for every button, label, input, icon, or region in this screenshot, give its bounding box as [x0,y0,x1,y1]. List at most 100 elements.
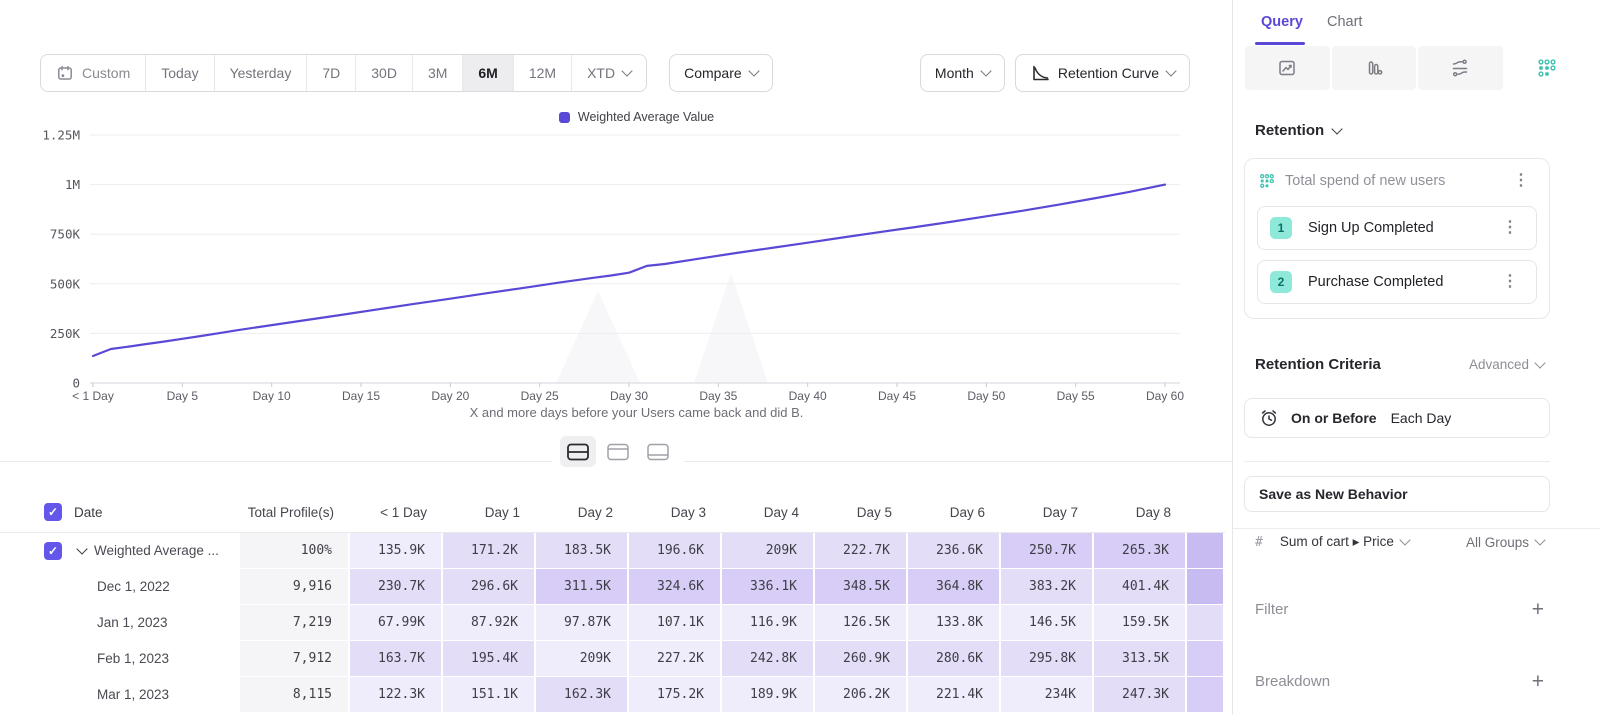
column-header[interactable]: Day 7 [1001,492,1094,532]
retention-cell[interactable]: 296.6K [443,569,536,605]
retention-cell[interactable]: 364.8K [908,569,1001,605]
retention-cell[interactable]: 242.8K [722,641,815,677]
retention-cell[interactable]: 151.1K [443,677,536,713]
retention-cell[interactable]: 171.2K [443,533,536,569]
step-menu-button[interactable]: ⋮ [1496,219,1524,237]
retention-cell[interactable]: 311.5K [536,569,629,605]
flows-icon[interactable] [1418,46,1503,90]
expand-caret-icon[interactable] [76,543,87,554]
retention-cell[interactable]: 295.8K [1001,641,1094,677]
retention-cell[interactable]: 97.87K [536,605,629,641]
retention-cell[interactable]: 116.9K [722,605,815,641]
retention-cell[interactable]: 175.2K [629,677,722,713]
chart-legend[interactable]: Weighted Average Value [24,110,1249,124]
retention-cell[interactable]: 336.1K [722,569,815,605]
range-3m[interactable]: 3M [412,55,462,91]
retention-cell[interactable]: 146.5K [1001,605,1094,641]
layout-chart-button[interactable] [600,436,636,467]
groups-dropdown[interactable]: All Groups [1460,534,1550,551]
behavior-menu-button[interactable]: ⋮ [1507,172,1535,190]
retention-cell[interactable]: 227.2K [629,641,722,677]
retention-cell-partial [1187,605,1225,641]
retention-cell[interactable]: 135.9K [350,533,443,569]
save-as-new-behavior-button[interactable]: Save as New Behavior [1244,476,1550,512]
retention-cell[interactable]: 324.6K [629,569,722,605]
retention-icon[interactable] [1505,46,1590,90]
summary-row-header: ✓Weighted Average ... [0,533,240,569]
behavior-step[interactable]: 1Sign Up Completed⋮ [1257,206,1537,250]
retention-cell[interactable]: 183.5K [536,533,629,569]
range-12m[interactable]: 12M [513,55,571,91]
retention-cell[interactable]: 206.2K [815,677,908,713]
retention-section-header[interactable]: Retention [1255,122,1341,139]
retention-cell[interactable]: 159.5K [1094,605,1187,641]
retention-cell[interactable]: 280.6K [908,641,1001,677]
retention-cell[interactable]: 196.6K [629,533,722,569]
retention-cell[interactable]: 236.6K [908,533,1001,569]
range-label: 3M [428,65,447,81]
retention-cell[interactable]: 265.3K [1094,533,1187,569]
retention-cell[interactable]: 133.8K [908,605,1001,641]
column-header[interactable]: Day 8 [1094,492,1187,532]
granularity-button[interactable]: Month [920,54,1005,92]
retention-cell[interactable]: 209K [722,533,815,569]
range-custom[interactable]: Custom [41,55,145,91]
retention-cell[interactable]: 195.4K [443,641,536,677]
retention-cell[interactable]: 234K [1001,677,1094,713]
retention-cell[interactable]: 87.92K [443,605,536,641]
retention-condition-row[interactable]: On or Before Each Day [1244,398,1550,438]
retention-cell[interactable]: 260.9K [815,641,908,677]
retention-cell[interactable]: 383.2K [1001,569,1094,605]
range-6m[interactable]: 6M [462,55,512,91]
layout-split-button[interactable] [560,436,596,467]
add-filter-button[interactable]: + [1526,598,1550,621]
range-today[interactable]: Today [145,55,213,91]
tab-query[interactable]: Query [1255,13,1309,31]
retention-cell[interactable]: 107.1K [629,605,722,641]
retention-cell[interactable]: 401.4K [1094,569,1187,605]
range-yesterday[interactable]: Yesterday [214,55,307,91]
measure-property-label: Sum of cart ▸ Price [1280,534,1394,550]
compare-button[interactable]: Compare [669,54,773,92]
row-checkbox[interactable]: ✓ [44,542,62,560]
retention-curve-chart[interactable]: 1.25M1M750K500K250K0< 1 DayDay 5Day 10Da… [0,123,1232,411]
range-30d[interactable]: 30D [355,55,412,91]
column-header[interactable]: Day 1 [443,492,536,532]
advanced-dropdown[interactable]: Advanced [1463,356,1550,373]
add-breakdown-button[interactable]: + [1526,670,1550,693]
retention-cell[interactable]: 221.4K [908,677,1001,713]
funnels-icon[interactable] [1332,46,1417,90]
retention-cell[interactable]: 250.7K [1001,533,1094,569]
insights-icon[interactable] [1245,46,1330,90]
step-menu-button[interactable]: ⋮ [1496,273,1524,291]
retention-cell[interactable]: 247.3K [1094,677,1187,713]
retention-cell[interactable]: 189.9K [722,677,815,713]
retention-cell[interactable]: 209K [536,641,629,677]
column-header[interactable]: Day 2 [536,492,629,532]
retention-cell[interactable]: 126.5K [815,605,908,641]
retention-cell[interactable]: 163.7K [350,641,443,677]
measure-property-dropdown[interactable]: Sum of cart ▸ Price [1274,533,1415,551]
behavior-card: Total spend of new users ⋮ 1Sign Up Comp… [1244,158,1550,319]
column-header[interactable]: < 1 Day [350,492,443,532]
column-header[interactable]: Total Profile(s) [240,492,350,532]
tab-chart[interactable]: Chart [1321,13,1368,31]
retention-cell[interactable]: 222.7K [815,533,908,569]
range-xtd[interactable]: XTD [571,55,646,91]
retention-cell[interactable]: 348.5K [815,569,908,605]
select-all-checkbox[interactable]: ✓ [44,503,62,521]
retention-cell[interactable]: 313.5K [1094,641,1187,677]
column-header[interactable]: Day 6 [908,492,1001,532]
behavior-step[interactable]: 2Purchase Completed⋮ [1257,260,1537,304]
retention-cell[interactable]: 230.7K [350,569,443,605]
chart-type-button[interactable]: Retention Curve [1015,54,1190,92]
layout-table-button[interactable] [640,436,676,467]
retention-cell[interactable]: 67.99K [350,605,443,641]
column-header[interactable]: Day 4 [722,492,815,532]
column-header[interactable]: Day 5 [815,492,908,532]
column-header[interactable]: Day 3 [629,492,722,532]
retention-cell[interactable]: 162.3K [536,677,629,713]
range-7d[interactable]: 7D [306,55,355,91]
weighted-average-line[interactable] [93,185,1165,356]
retention-cell[interactable]: 122.3K [350,677,443,713]
